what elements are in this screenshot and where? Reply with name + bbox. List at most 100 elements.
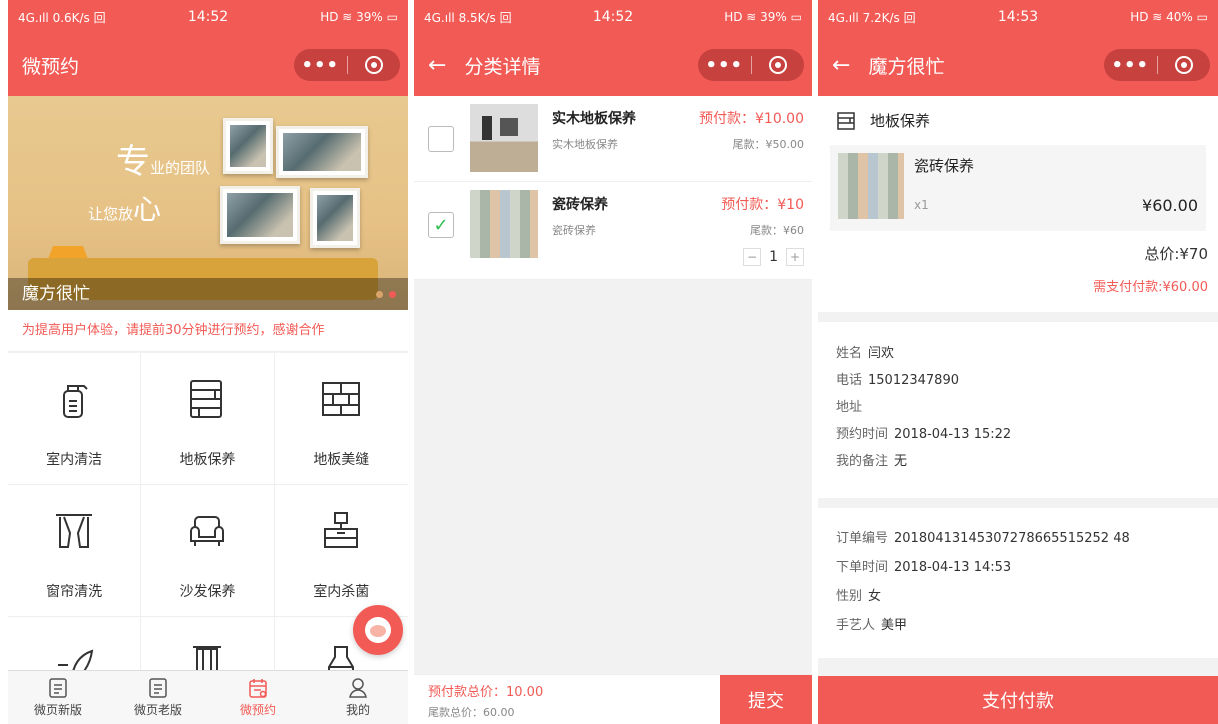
- order-product: 瓷砖保养 x1 ¥60.00: [830, 145, 1206, 231]
- checkout-bar: 预付款总价：10.00 尾款总价：60.00 提交: [414, 674, 812, 724]
- photo-frame: [220, 186, 300, 244]
- spray-bottle-icon: [63, 385, 88, 418]
- booking-notice: 为提高用户体验，请提前30分钟进行预约，感谢合作: [8, 310, 408, 352]
- person-icon: [349, 678, 367, 698]
- total-price: 总价:¥70: [1144, 245, 1208, 263]
- status-network: 4G.ıll 7.2K/s 回: [828, 10, 916, 25]
- item-balance: 尾款：¥50.00: [732, 138, 805, 151]
- item-thumbnail: [470, 190, 538, 258]
- status-bar: 4G.ıll 0.6K/s 回 14:52 HD ≋ 39% ▭: [8, 0, 408, 34]
- doc-icon: [149, 678, 167, 698]
- service-label: 窗帘清洗: [46, 584, 103, 600]
- banner-slogan-2: 让您放心: [88, 193, 162, 226]
- back-arrow-icon[interactable]: ←: [832, 53, 850, 78]
- tab-mine[interactable]: 我的: [308, 671, 408, 724]
- service-label: 室内杀菌: [313, 584, 370, 600]
- status-battery: HD ≋ 39% ▭: [320, 10, 398, 24]
- more-icon[interactable]: •••: [1104, 55, 1157, 76]
- pay-button[interactable]: 支付付款: [818, 676, 1218, 724]
- page-title: 微预约: [22, 55, 80, 78]
- minus-button[interactable]: −: [743, 248, 762, 266]
- service-label: 地板美缝: [313, 452, 370, 468]
- check-icon: ✓: [433, 214, 449, 236]
- list-item[interactable]: ✓ 瓷砖保养 瓷砖保养 预付款：¥10 尾款：¥60 − 1 +: [414, 182, 812, 280]
- photo-frame: [276, 126, 368, 178]
- item-subtitle: 瓷砖保养: [552, 224, 596, 237]
- service-item[interactable]: 窗帘清洗: [8, 485, 142, 617]
- status-bar: 4G.ıll 8.5K/s 回 14:52 HD ≋ 39% ▭: [414, 0, 812, 34]
- tab-label: 微页新版: [33, 703, 82, 717]
- item-balance: 尾款：¥60: [750, 224, 804, 237]
- service-item[interactable]: 地板保养: [141, 353, 275, 485]
- floor-planks-icon: [837, 111, 855, 130]
- total-deposit: 预付款总价：10.00: [428, 685, 544, 700]
- banner-slogan-1: 专业的团队: [116, 142, 211, 182]
- item-thumbnail: [470, 104, 538, 172]
- nav-bar: ← 分类详情 •••: [414, 34, 812, 96]
- service-label: 地板保养: [179, 452, 236, 468]
- page-title: 分类详情: [464, 55, 541, 78]
- tab-micro-booking[interactable]: 微预约: [208, 671, 308, 724]
- tab-label: 微预约: [239, 703, 276, 717]
- curtain-icon: [56, 514, 93, 548]
- category-name: 地板保养: [870, 112, 931, 130]
- cabinet-icon: [324, 512, 359, 548]
- tab-label: 微页老版: [133, 703, 182, 717]
- close-miniapp-icon[interactable]: [348, 56, 401, 74]
- service-item[interactable]: 地板美缝: [274, 353, 408, 485]
- product-price: ¥60.00: [1142, 196, 1198, 215]
- total-balance: 尾款总价：60.00: [428, 706, 515, 719]
- service-item[interactable]: 室内清洁: [8, 353, 142, 485]
- info-row-appointment: 预约时间 2018-04-13 15:22: [836, 427, 1012, 442]
- more-icon[interactable]: •••: [294, 55, 347, 76]
- product-qty: x1: [914, 198, 929, 212]
- service-grid: 室内清洁 地板保养 地板美缝 窗帘清洗 沙发保养 室内杀菌: [8, 353, 408, 724]
- info-row-artisan: 手艺人 美甲: [836, 618, 908, 633]
- close-miniapp-icon[interactable]: [752, 56, 805, 74]
- tab-new-micro-page[interactable]: 微页新版: [8, 671, 108, 724]
- back-arrow-icon[interactable]: ←: [428, 53, 446, 78]
- quantity-value: 1: [769, 249, 778, 265]
- order-meta-card: 订单编号 20180413145307278665515252 48 下单时间 20…: [818, 508, 1218, 658]
- product-thumbnail: [838, 153, 904, 219]
- service-item[interactable]: 沙发保养: [141, 485, 275, 617]
- list-item[interactable]: 实木地板保养 实木地板保养 预付款：¥10.00 尾款：¥50.00: [414, 96, 812, 182]
- item-deposit: 预付款：¥10: [721, 197, 804, 213]
- photo-frame: [310, 188, 360, 248]
- status-network: 4G.ıll 8.5K/s 回: [424, 10, 512, 25]
- status-battery: HD ≋ 39% ▭: [724, 10, 802, 24]
- status-network: 4G.ıll 0.6K/s 回: [18, 10, 106, 25]
- category-header: 地板保养: [818, 96, 1218, 145]
- item-deposit: 预付款：¥10.00: [699, 111, 804, 127]
- info-row-name: 姓名 闫欢: [836, 346, 895, 361]
- contact-info-card: 姓名 闫欢 电话 15012347890 地址 预约时间 2018-04-13 15:…: [818, 322, 1218, 498]
- select-checkbox[interactable]: [428, 126, 454, 152]
- plus-button[interactable]: +: [786, 248, 804, 266]
- info-row-address: 地址: [836, 400, 863, 415]
- sofa-icon: [190, 516, 225, 546]
- status-bar: 4G.ıll 7.2K/s 回 14:53 HD ≋ 40% ▭: [818, 0, 1218, 34]
- select-checkbox[interactable]: ✓: [428, 212, 454, 238]
- info-row-phone: 电话 15012347890: [836, 373, 959, 388]
- screen-order-detail: 4G.ıll 7.2K/s 回 14:53 HD ≋ 40% ▭ ← 魔方很忙 …: [818, 0, 1218, 724]
- more-icon[interactable]: •••: [698, 55, 751, 76]
- info-row-remark: 我的备注无: [836, 454, 908, 469]
- service-list: 实木地板保养 实木地板保养 预付款：¥10.00 尾款：¥50.00 ✓ 瓷砖保…: [414, 96, 812, 280]
- screen-micro-booking: 4G.ıll 0.6K/s 回 14:52 HD ≋ 39% ▭ 微预约 •••…: [8, 0, 408, 724]
- doc-icon: [49, 678, 67, 698]
- avatar-icon: [365, 617, 391, 643]
- close-miniapp-icon[interactable]: [1158, 56, 1211, 74]
- service-label: 室内清洁: [46, 452, 103, 468]
- tab-old-micro-page[interactable]: 微页老版: [108, 671, 208, 724]
- banner-caption: 魔方很忙: [8, 278, 408, 310]
- carousel-dots[interactable]: [376, 291, 396, 298]
- submit-button[interactable]: 提交: [720, 675, 812, 724]
- calendar-icon: [249, 679, 267, 698]
- banner-carousel[interactable]: 专业的团队 让您放心 魔方很忙: [8, 96, 408, 310]
- service-item[interactable]: 室内杀菌: [274, 485, 408, 617]
- service-label: 沙发保养: [179, 584, 236, 600]
- customer-service-button[interactable]: [353, 605, 403, 655]
- item-name: 实木地板保养: [552, 111, 636, 127]
- info-row-gender: 性别女: [836, 589, 882, 604]
- page-title: 魔方很忙: [868, 55, 945, 78]
